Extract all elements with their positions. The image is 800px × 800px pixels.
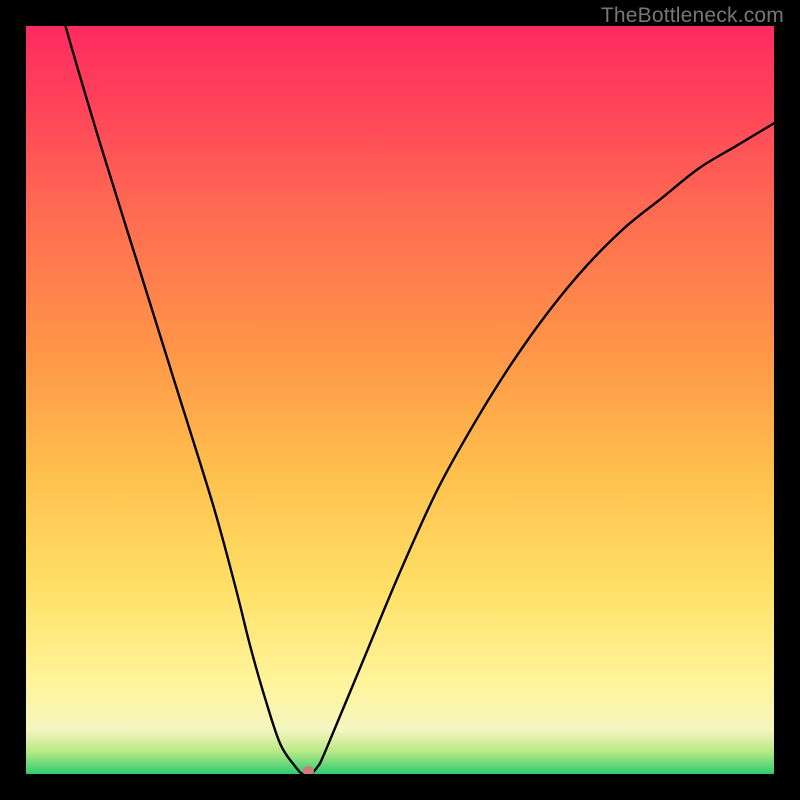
watermark-text: TheBottleneck.com bbox=[601, 4, 784, 28]
chart-gradient-background bbox=[26, 26, 774, 774]
